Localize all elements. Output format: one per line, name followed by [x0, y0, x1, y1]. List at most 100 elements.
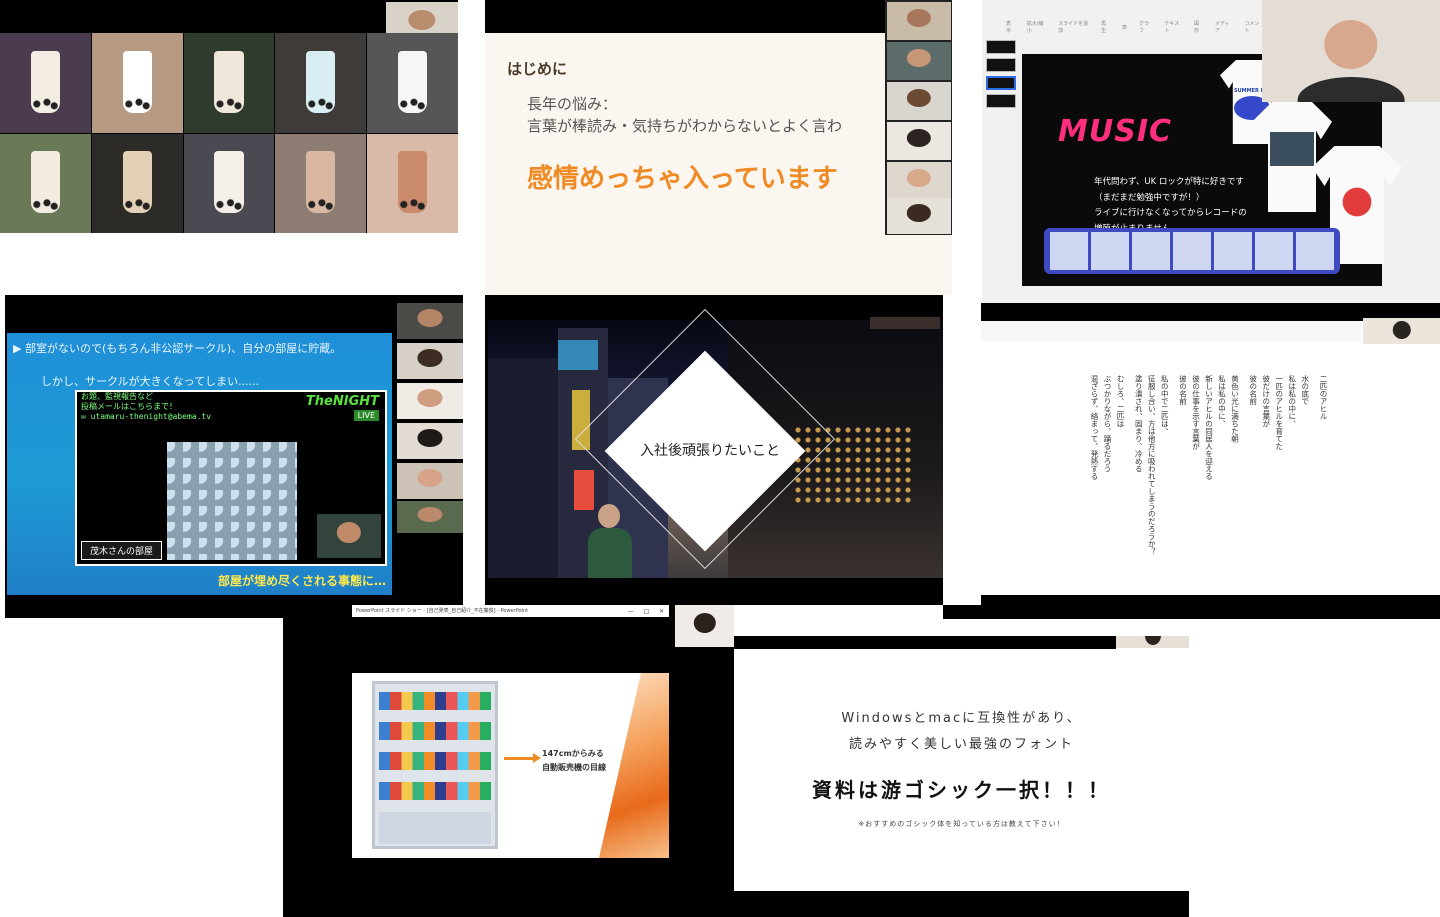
- toolbar-item[interactable]: テキスト: [1164, 20, 1182, 34]
- participant-video: [397, 463, 463, 499]
- minimize-icon[interactable]: —: [628, 608, 634, 615]
- poem-column: 黄色い光に満ちた朝: [1230, 375, 1240, 443]
- vending-text: 147cmからみる 自動販売機の目線: [542, 747, 606, 775]
- toolbar-item[interactable]: 拡大/縮小: [1027, 20, 1046, 34]
- toolbar-item[interactable]: 図形: [1194, 20, 1203, 34]
- presentation-toolbar: [981, 321, 1361, 341]
- toolbar-item[interactable]: メディア: [1215, 20, 1232, 34]
- collage-photo: [91, 133, 183, 233]
- poem-column: 二匹のアヒル: [1319, 375, 1328, 420]
- toolbar-item[interactable]: 再生: [1101, 20, 1110, 34]
- bottom-bar: [981, 595, 1440, 619]
- poem-spacer: [1313, 375, 1316, 585]
- collage-photo: [275, 33, 367, 133]
- arrow-icon: [504, 757, 534, 760]
- poem-column: 私は私の中に、: [1287, 375, 1297, 428]
- poem-column: 一匹のアヒルを育てた: [1274, 375, 1284, 450]
- top-bar: [485, 0, 885, 33]
- poem-column: 彼の名前: [1178, 375, 1188, 405]
- room-slide-panel: ▶ 部室がないので(もちろん非公認サークル)、自分の部屋に貯蔵。 しかし、サーク…: [5, 295, 463, 618]
- participant-video: [870, 317, 940, 329]
- slide-body: 長年の悩み： 言葉が棒読み・気持ちがわからないとよく言わ: [527, 93, 842, 137]
- tv-logo: TheNIGHT: [305, 394, 379, 409]
- participant-video: [317, 514, 381, 558]
- maximize-icon[interactable]: □: [644, 608, 650, 615]
- collage-photo: [275, 133, 367, 233]
- collage-photo: [0, 33, 91, 133]
- bubble-tea-cup: [306, 151, 336, 214]
- presentation-toolbar: 表示 拡大/縮小 スライドを追加 再生 表 グラフ テキスト 図形 メディア コメント: [982, 18, 1262, 36]
- toolbar-item[interactable]: 表示: [1006, 20, 1015, 34]
- slide-emphasis: 感情めっちゃ入っています: [527, 164, 838, 194]
- room-photo: お題、監視報告など 投稿メールはこちらまで！ ✉ utamaru-thenigh…: [75, 390, 387, 566]
- diamond-text: 入社後頑張りたいこと: [640, 443, 780, 459]
- poem-slide-panel: 二匹のアヒル 水の底で 私は私の中に、 一匹のアヒルを育てた 彼だけの言葉が 彼の名前 黄色…: [981, 303, 1440, 619]
- poem-spacer: [1172, 375, 1175, 585]
- poem-spacer: [1243, 375, 1246, 585]
- slide-thumbnail[interactable]: [986, 94, 1016, 108]
- poem-column: 混ざらず、絡まって、発熱する: [1090, 375, 1099, 480]
- record-collection-strip: [1044, 228, 1340, 274]
- participant-video: [397, 423, 463, 459]
- background-bar: [734, 891, 1189, 917]
- poem-column: 水の底で: [1300, 375, 1310, 405]
- room-text-line: ▶ 部室がないので(もちろん非公認サークル)、自分の部屋に貯蔵。: [13, 342, 342, 355]
- slide-thumbnail[interactable]: [986, 58, 1016, 72]
- toolbar-item[interactable]: 表: [1122, 24, 1127, 31]
- vertical-poem: 二匹のアヒル 水の底で 私は私の中に、 一匹のアヒルを育てた 彼だけの言葉が 彼の名前 黄色…: [1089, 375, 1329, 585]
- participant-video: [1262, 0, 1440, 102]
- slide-thumbnail-selected[interactable]: [986, 76, 1016, 90]
- toolbar-item[interactable]: スライドを追加: [1058, 20, 1089, 34]
- arrow-head-icon: [533, 753, 541, 763]
- participant-video: [397, 303, 463, 339]
- room-bottom-text: 部屋が埋め尽くされる事態に…: [217, 574, 386, 588]
- font-emphasis: 資料は游ゴシック一択！！！: [812, 778, 1111, 802]
- bubble-tea-cup: [306, 50, 336, 113]
- close-icon[interactable]: ✕: [659, 608, 664, 615]
- music-text-line: （まだまだ勉強中ですが！）: [1094, 192, 1205, 203]
- music-title: MUSIC: [1058, 114, 1172, 149]
- participant-video: [1116, 636, 1189, 648]
- participant-video: [887, 82, 951, 120]
- vending-text-line: 147cmからみる: [542, 749, 604, 758]
- vending-machine-slide-panel: PowerPoint スライド ショー - [自己発表_自己紹介_不在藤俊] -…: [283, 605, 734, 917]
- toolbar-item[interactable]: グラフ: [1139, 20, 1152, 34]
- window-controls: — □ ✕: [623, 605, 669, 617]
- photo-collage: [0, 33, 458, 233]
- participant-video: [397, 501, 463, 533]
- collage-photo: [183, 33, 275, 133]
- bubble-tea-cup: [122, 50, 152, 113]
- room-slide: ▶ 部室がないので(もちろん非公認サークル)、自分の部屋に貯蔵。 しかし、サーク…: [7, 333, 392, 595]
- person-figure: [580, 500, 640, 578]
- vending-text-line: 自動販売機の目線: [542, 763, 606, 772]
- tv-overlay-text: お題、監視報告など 投稿メールはこちらまで！ ✉ utamaru-thenigh…: [81, 392, 212, 421]
- poem-column: 塗り潰され、固まり、冷める: [1134, 375, 1144, 473]
- bubble-tea-cup: [122, 151, 152, 214]
- slide-decoration: [599, 673, 669, 858]
- poem-column: 征服し合い、方は他方に吸われてしまうのだろうか？: [1147, 375, 1157, 555]
- times-square-slide-panel: 入社後頑張りたいこと: [485, 295, 943, 605]
- participant-video: [675, 605, 734, 647]
- font-text-line: Windowsとmacに互換性があり、: [841, 711, 1082, 726]
- font-text-line: 読みやすく美しい最強のフォント: [848, 737, 1074, 752]
- bubble-tea-cup: [30, 151, 60, 214]
- music-text-line: ライブに行けなくなってからレコードの: [1094, 208, 1247, 218]
- participant-video: [1363, 318, 1440, 344]
- poem-spacer: [1128, 375, 1131, 585]
- participant-video: [887, 162, 951, 200]
- toolbar-item[interactable]: コメント: [1244, 20, 1262, 34]
- slide-thumbnails: [986, 40, 1020, 112]
- poem-column: ぶつかりながら、踊るだろう: [1103, 375, 1112, 473]
- music-slide-panel: 表示 拡大/縮小 スライドを追加 再生 表 グラフ テキスト 図形 メディア コメント MUSIC…: [982, 0, 1440, 303]
- collage-photo: [91, 33, 183, 133]
- participant-video: [887, 122, 951, 160]
- slide-body-line: 長年の悩み：: [527, 95, 618, 113]
- poem-column: 彼の仕事を示す言葉が: [1191, 375, 1201, 450]
- window-title-bar: PowerPoint スライド ショー - [自己発表_自己紹介_不在藤俊] -…: [352, 605, 669, 617]
- participant-video: [397, 383, 463, 419]
- collage-photo: [367, 33, 458, 133]
- bubble-tea-cup: [398, 151, 428, 214]
- collage-photo: [367, 133, 458, 233]
- slide-thumbnail[interactable]: [986, 40, 1016, 54]
- music-text-line: 年代問わず、UK ロックが特に好きです: [1094, 177, 1244, 187]
